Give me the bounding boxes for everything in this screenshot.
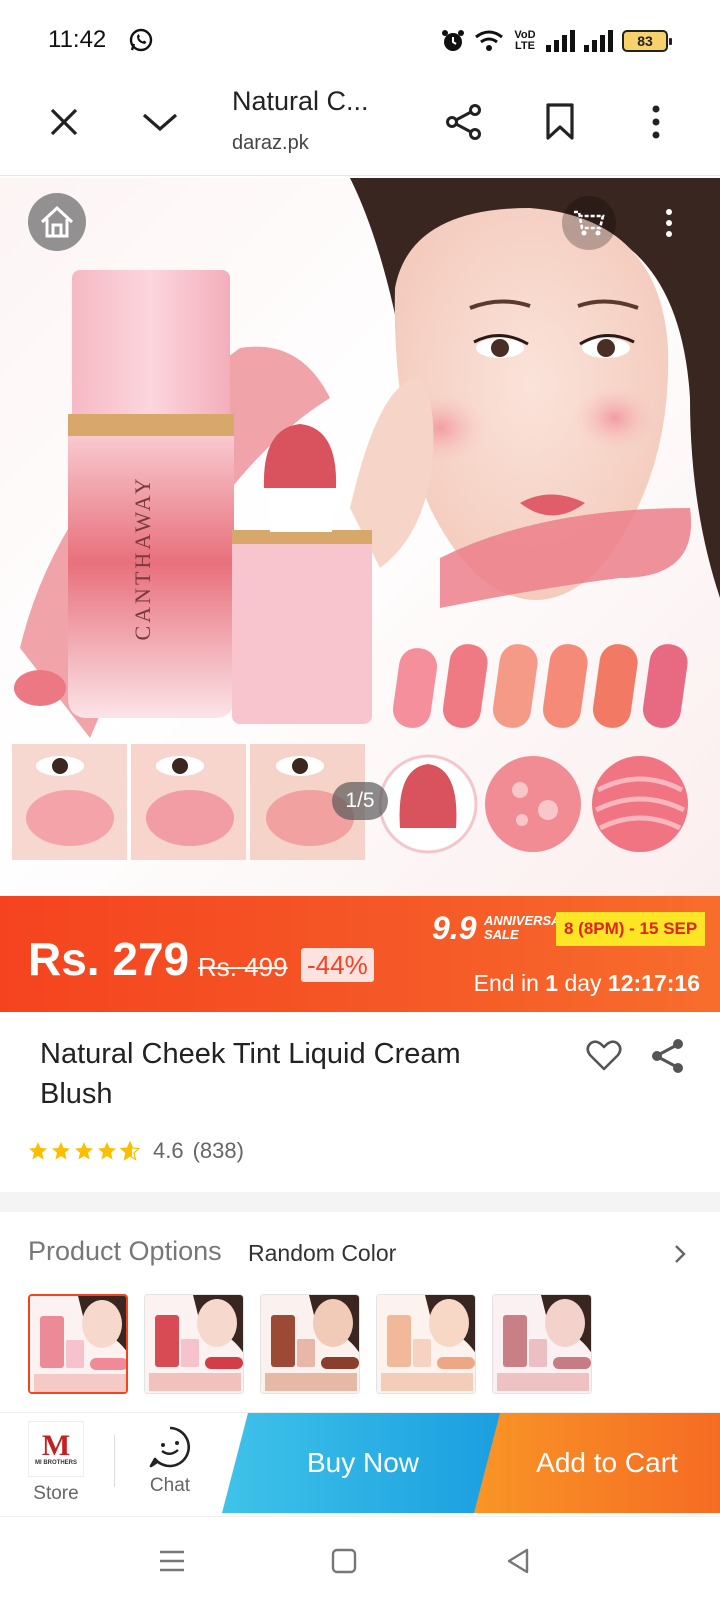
square-icon [331, 1548, 357, 1574]
variant-thumb[interactable] [144, 1294, 244, 1394]
product-title: Natural Cheek Tint Liquid Cream Blush [40, 1038, 461, 1110]
chat-icon [149, 1426, 191, 1468]
add-to-cart-button[interactable]: Add to Cart [474, 1413, 720, 1513]
image-more-button[interactable] [642, 196, 696, 250]
rating-count: (838) [192, 1138, 244, 1163]
bottle-brand-label: CANTHAWAY [130, 476, 155, 641]
store-button[interactable]: M MI BROTHERS Store [28, 1421, 84, 1505]
countdown-prefix: End in [473, 970, 539, 996]
half-star-icon [120, 1141, 140, 1161]
sale-logo-line2: SALE [484, 927, 519, 942]
menu-icon [160, 1550, 184, 1572]
countdown: End in 1 day 12:17:16 [474, 970, 700, 997]
whatsapp-icon [129, 28, 153, 52]
wifi-icon [475, 30, 503, 51]
star-icon [29, 1142, 47, 1160]
image-page-indicator: 1/5 [332, 782, 388, 820]
countdown-time: 12:17:16 [607, 970, 700, 996]
page-url: daraz.pk [232, 132, 309, 154]
options-value[interactable]: Random Color [248, 1240, 396, 1267]
status-icons: VoD LTE 83 [440, 26, 672, 56]
price-banner: Rs. 279 Rs. 499 -44% 9.9 ANNIVERSARY SALE… [0, 896, 720, 1012]
variant-list [28, 1294, 592, 1394]
heart-icon [586, 1040, 622, 1071]
alarm-icon [442, 30, 464, 51]
variant-image [377, 1295, 475, 1393]
home-button[interactable] [28, 193, 86, 251]
countdown-days: 1 [545, 970, 559, 996]
rating-row[interactable]: 4.6 (838) [28, 1136, 244, 1166]
back-triangle-icon [507, 1548, 529, 1574]
share-icon [446, 104, 481, 140]
options-chevron[interactable] [666, 1240, 694, 1268]
discount-badge: -44% [301, 948, 374, 982]
share-icon [652, 1039, 683, 1073]
countdown-days-label: day [564, 970, 602, 996]
status-time: 11:42 [48, 26, 107, 53]
volte-icon: VoD LTE [514, 29, 536, 52]
star-icon [98, 1142, 116, 1160]
recent-apps-button[interactable] [152, 1541, 192, 1581]
current-price: Rs. 279 [28, 933, 190, 985]
chevron-right-icon [675, 1245, 686, 1263]
star-icon [52, 1142, 70, 1160]
store-logo-text: MI BROTHERS [35, 1460, 77, 1466]
more-vertical-icon [652, 105, 660, 139]
chevron-down-icon [142, 113, 178, 132]
star-icon [75, 1142, 93, 1160]
variant-image [261, 1295, 359, 1393]
collapse-button[interactable] [136, 98, 184, 146]
more-vertical-icon [666, 209, 672, 237]
share-button[interactable] [440, 98, 488, 146]
cart-button[interactable] [562, 196, 616, 250]
variant-thumb[interactable] [376, 1294, 476, 1394]
page-title: Natural C... [232, 86, 369, 116]
bookmark-button[interactable] [536, 98, 584, 146]
original-price: Rs. 499 [198, 952, 288, 982]
system-navigation-bar [0, 1516, 720, 1604]
close-icon [50, 108, 78, 136]
status-bar: 11:42 VoD LTE 83 [0, 0, 720, 80]
options-label: Product Options [28, 1236, 222, 1266]
product-share-button[interactable] [648, 1036, 688, 1076]
variant-thumb[interactable] [492, 1294, 592, 1394]
home-icon [40, 205, 74, 238]
browser-toolbar: Natural C... daraz.pk [0, 80, 720, 176]
signal-icon [546, 30, 575, 52]
rating-value: 4.6 [153, 1138, 184, 1163]
variant-image [145, 1295, 243, 1393]
variant-thumb[interactable] [260, 1294, 360, 1394]
signal-icon-2 [584, 30, 613, 52]
product-image-carousel[interactable]: CANTHAWAY 1/5 [0, 178, 720, 896]
separator [114, 1435, 115, 1487]
sale-logo-number: 9.9 [432, 910, 477, 946]
store-logo-mark: M [41, 1429, 71, 1462]
battery-icon: 83 [622, 30, 672, 52]
home-system-button[interactable] [324, 1541, 364, 1581]
variant-image [493, 1295, 591, 1393]
wishlist-button[interactable] [584, 1036, 624, 1076]
more-options-button[interactable] [632, 98, 680, 146]
sale-dates: 8 (8PM) - 15 SEP [556, 912, 706, 946]
store-label: Store [33, 1483, 79, 1504]
store-logo: M MI BROTHERS [28, 1421, 84, 1477]
chat-label: Chat [149, 1475, 191, 1496]
sale-logo: 9.9 ANNIVERSARY SALE [432, 910, 578, 947]
section-divider [0, 1192, 720, 1212]
close-button[interactable] [40, 98, 88, 146]
buy-now-button[interactable]: Buy Now [222, 1413, 504, 1513]
back-system-button[interactable] [498, 1541, 538, 1581]
chat-button[interactable]: Chat [140, 1425, 200, 1497]
variant-thumb[interactable] [28, 1294, 128, 1394]
bookmark-icon [546, 103, 574, 140]
action-bar: M MI BROTHERS Store Chat Buy Now Add to … [0, 1412, 720, 1516]
variant-image [30, 1296, 126, 1392]
cart-icon [574, 210, 605, 236]
